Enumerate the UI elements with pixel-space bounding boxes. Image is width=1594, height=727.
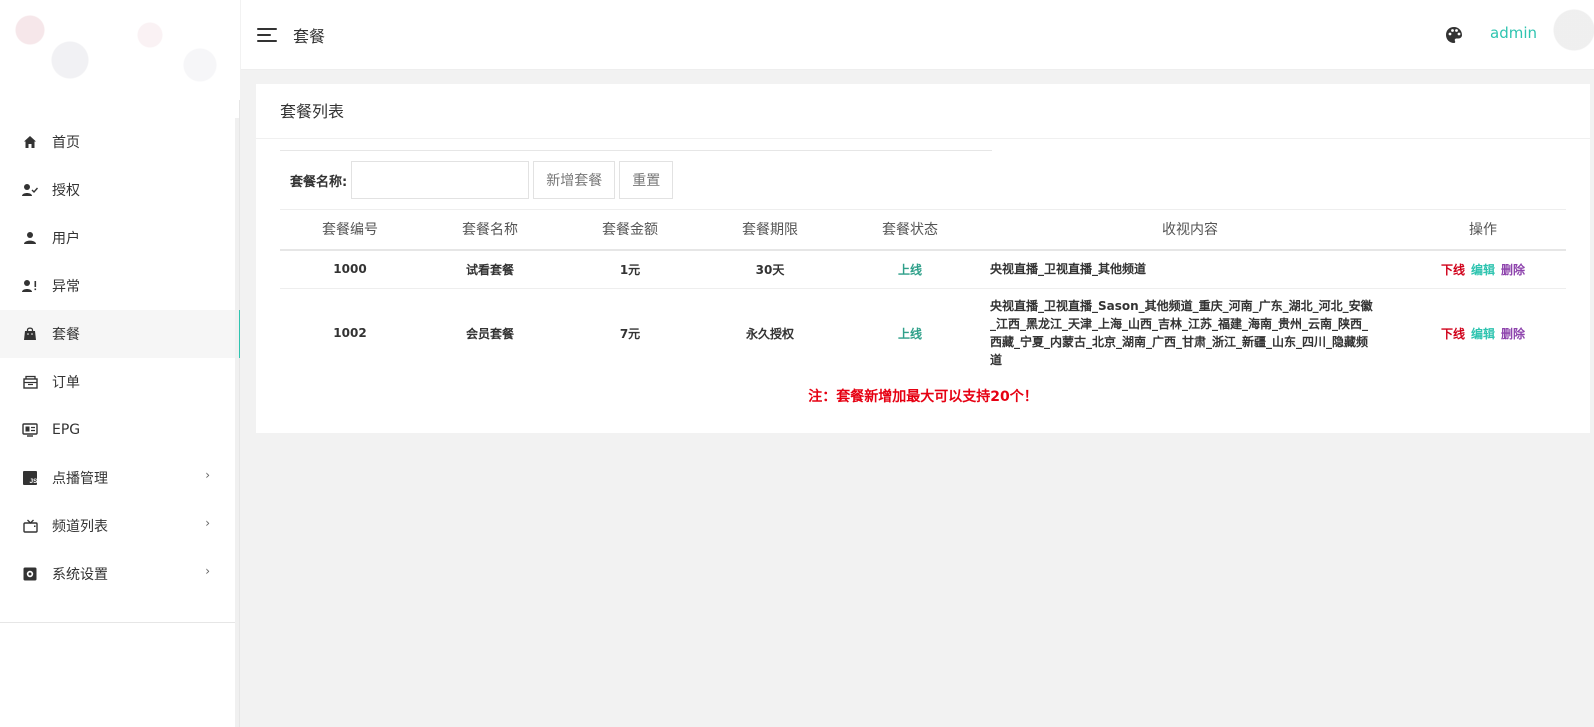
- svg-text:JS: JS: [30, 478, 38, 485]
- column-header: 套餐编号: [322, 222, 378, 239]
- column-header: 套餐状态: [882, 222, 938, 239]
- package-status-cell: 上线: [840, 249, 980, 289]
- column-header: 收视内容: [1162, 222, 1218, 239]
- table-header-row: 套餐编号 套餐名称 套餐金额 套餐期限 套餐状态 收视内容 操作: [280, 209, 1566, 250]
- sidebar-scrollbar[interactable]: [235, 118, 239, 727]
- operations-cell: 下线 编辑 删除: [1400, 249, 1566, 289]
- package-list-card: 套餐列表 套餐名称: 新增套餐 重置 套餐编号 套餐名称 套餐金额 套餐期限 套…: [256, 84, 1590, 433]
- order-icon: [22, 374, 38, 390]
- settings-icon: [22, 566, 38, 582]
- status-online-link[interactable]: 上线: [898, 327, 922, 341]
- sidebar-item-channel-list[interactable]: 频道列表 ›: [0, 502, 240, 550]
- table-row: 1002 会员套餐 7元 永久授权 上线 央视直播_卫视直播_Sason_其他频…: [280, 289, 1566, 378]
- add-package-button[interactable]: 新增套餐: [533, 161, 616, 199]
- home-icon: [22, 134, 38, 150]
- package-name-cell: 会员套餐: [465, 326, 514, 341]
- sidebar-item-label: 系统设置: [52, 567, 108, 583]
- column-header: 套餐期限: [742, 222, 798, 239]
- sidebar-item-label: 授权: [52, 183, 80, 199]
- sidebar-item-orders[interactable]: 订单: [0, 358, 240, 406]
- sidebar-item-epg[interactable]: EPG: [0, 406, 240, 454]
- delete-link[interactable]: 删除: [1501, 327, 1525, 341]
- edit-link[interactable]: 编辑: [1471, 327, 1495, 341]
- epg-icon: [22, 422, 38, 438]
- status-online-link[interactable]: 上线: [898, 263, 922, 277]
- sidebar-logo-area: [0, 0, 240, 100]
- package-name-cell: 试看套餐: [420, 249, 560, 289]
- chevron-right-icon: ›: [205, 516, 210, 530]
- search-bar: 套餐名称: 新增套餐 重置: [280, 161, 674, 199]
- sidebar-item-system-settings[interactable]: 系统设置 ›: [0, 550, 240, 598]
- package-table-wrap: 套餐编号 套餐名称 套餐金额 套餐期限 套餐状态 收视内容 操作 1000 试看…: [280, 209, 1566, 377]
- offline-link[interactable]: 下线: [1441, 263, 1465, 277]
- sidebar-item-label: EPG: [52, 422, 81, 438]
- chevron-right-icon: ›: [205, 564, 210, 578]
- package-period-cell: 永久授权: [745, 326, 794, 341]
- sidebar-item-label: 点播管理: [52, 471, 108, 487]
- package-amount-cell: 1元: [560, 249, 700, 289]
- delete-link[interactable]: 删除: [1501, 263, 1525, 277]
- card-title: 套餐列表: [256, 84, 1590, 139]
- top-header: 套餐 admin: [241, 0, 1594, 70]
- tv-icon: [22, 518, 38, 534]
- table-row: 1000 试看套餐 1元 30天 上线 央视直播_卫视直播_其他频道 下线 编辑删…: [280, 249, 1566, 289]
- user-icon: [22, 230, 38, 246]
- hamburger-menu-icon[interactable]: [257, 26, 279, 44]
- sidebar-item-label: 频道列表: [52, 519, 108, 535]
- package-id-cell: 1000: [280, 249, 420, 289]
- sidebar-item-label: 首页: [52, 135, 80, 151]
- user-alert-icon: [22, 278, 38, 294]
- shopping-bag-icon: [22, 326, 38, 342]
- package-table: 套餐编号 套餐名称 套餐金额 套餐期限 套餐状态 收视内容 操作 1000 试看…: [280, 209, 1566, 377]
- column-header: 套餐名称: [462, 222, 518, 239]
- package-content-cell: 央视直播_卫视直播_其他频道: [980, 249, 1400, 289]
- sidebar-item-users[interactable]: 用户: [0, 214, 240, 262]
- sidebar-item-home[interactable]: 首页: [0, 118, 240, 166]
- header-decoration: [1534, 0, 1594, 70]
- sidebar-item-label: 用户: [52, 231, 80, 247]
- sidebar-item-authorization[interactable]: 授权: [0, 166, 240, 214]
- sidebar: 首页 授权 用户 异常 套餐 订单 EPG JS 点播管理 › 频道列表 › 系…: [0, 0, 240, 727]
- package-name-input[interactable]: [351, 161, 530, 199]
- sidebar-divider: [0, 622, 240, 623]
- palette-icon[interactable]: [1444, 25, 1464, 45]
- page-title: 套餐: [293, 26, 326, 46]
- sidebar-item-label: 异常: [52, 279, 80, 295]
- search-label: 套餐名称:: [290, 174, 348, 190]
- offline-link[interactable]: 下线: [1441, 327, 1465, 341]
- package-period-cell: 30天: [700, 249, 840, 289]
- column-header: 套餐金额: [602, 222, 658, 239]
- package-status-cell: 上线: [840, 289, 980, 378]
- sidebar-menu: 首页 授权 用户 异常 套餐 订单 EPG JS 点播管理 › 频道列表 › 系…: [0, 118, 240, 598]
- edit-link[interactable]: 编辑: [1471, 263, 1495, 277]
- reset-button[interactable]: 重置: [619, 161, 674, 199]
- app-root: 首页 授权 用户 异常 套餐 订单 EPG JS 点播管理 › 频道列表 › 系…: [0, 0, 1594, 727]
- package-amount-cell: 7元: [619, 326, 641, 341]
- package-id-cell: 1002: [333, 326, 367, 340]
- divider: [280, 150, 992, 151]
- sidebar-item-label: 套餐: [52, 327, 80, 343]
- js-icon: JS: [22, 470, 38, 486]
- sidebar-item-packages[interactable]: 套餐: [0, 310, 240, 358]
- user-check-icon: [22, 182, 38, 198]
- sidebar-item-label: 订单: [52, 375, 80, 391]
- column-header: 操作: [1469, 222, 1497, 239]
- package-content-cell: 央视直播_卫视直播_Sason_其他频道_重庆_河南_广东_湖北_河北_安徽_江…: [990, 299, 1373, 367]
- chevron-right-icon: ›: [205, 468, 210, 482]
- package-limit-note: 注：套餐新增加最大可以支持20个！: [808, 389, 1038, 405]
- user-menu-admin[interactable]: admin: [1490, 24, 1537, 42]
- sidebar-item-vod-management[interactable]: JS 点播管理 ›: [0, 454, 240, 502]
- sidebar-item-anomaly[interactable]: 异常: [0, 262, 240, 310]
- operations-cell: 下线 编辑 删除: [1400, 289, 1566, 378]
